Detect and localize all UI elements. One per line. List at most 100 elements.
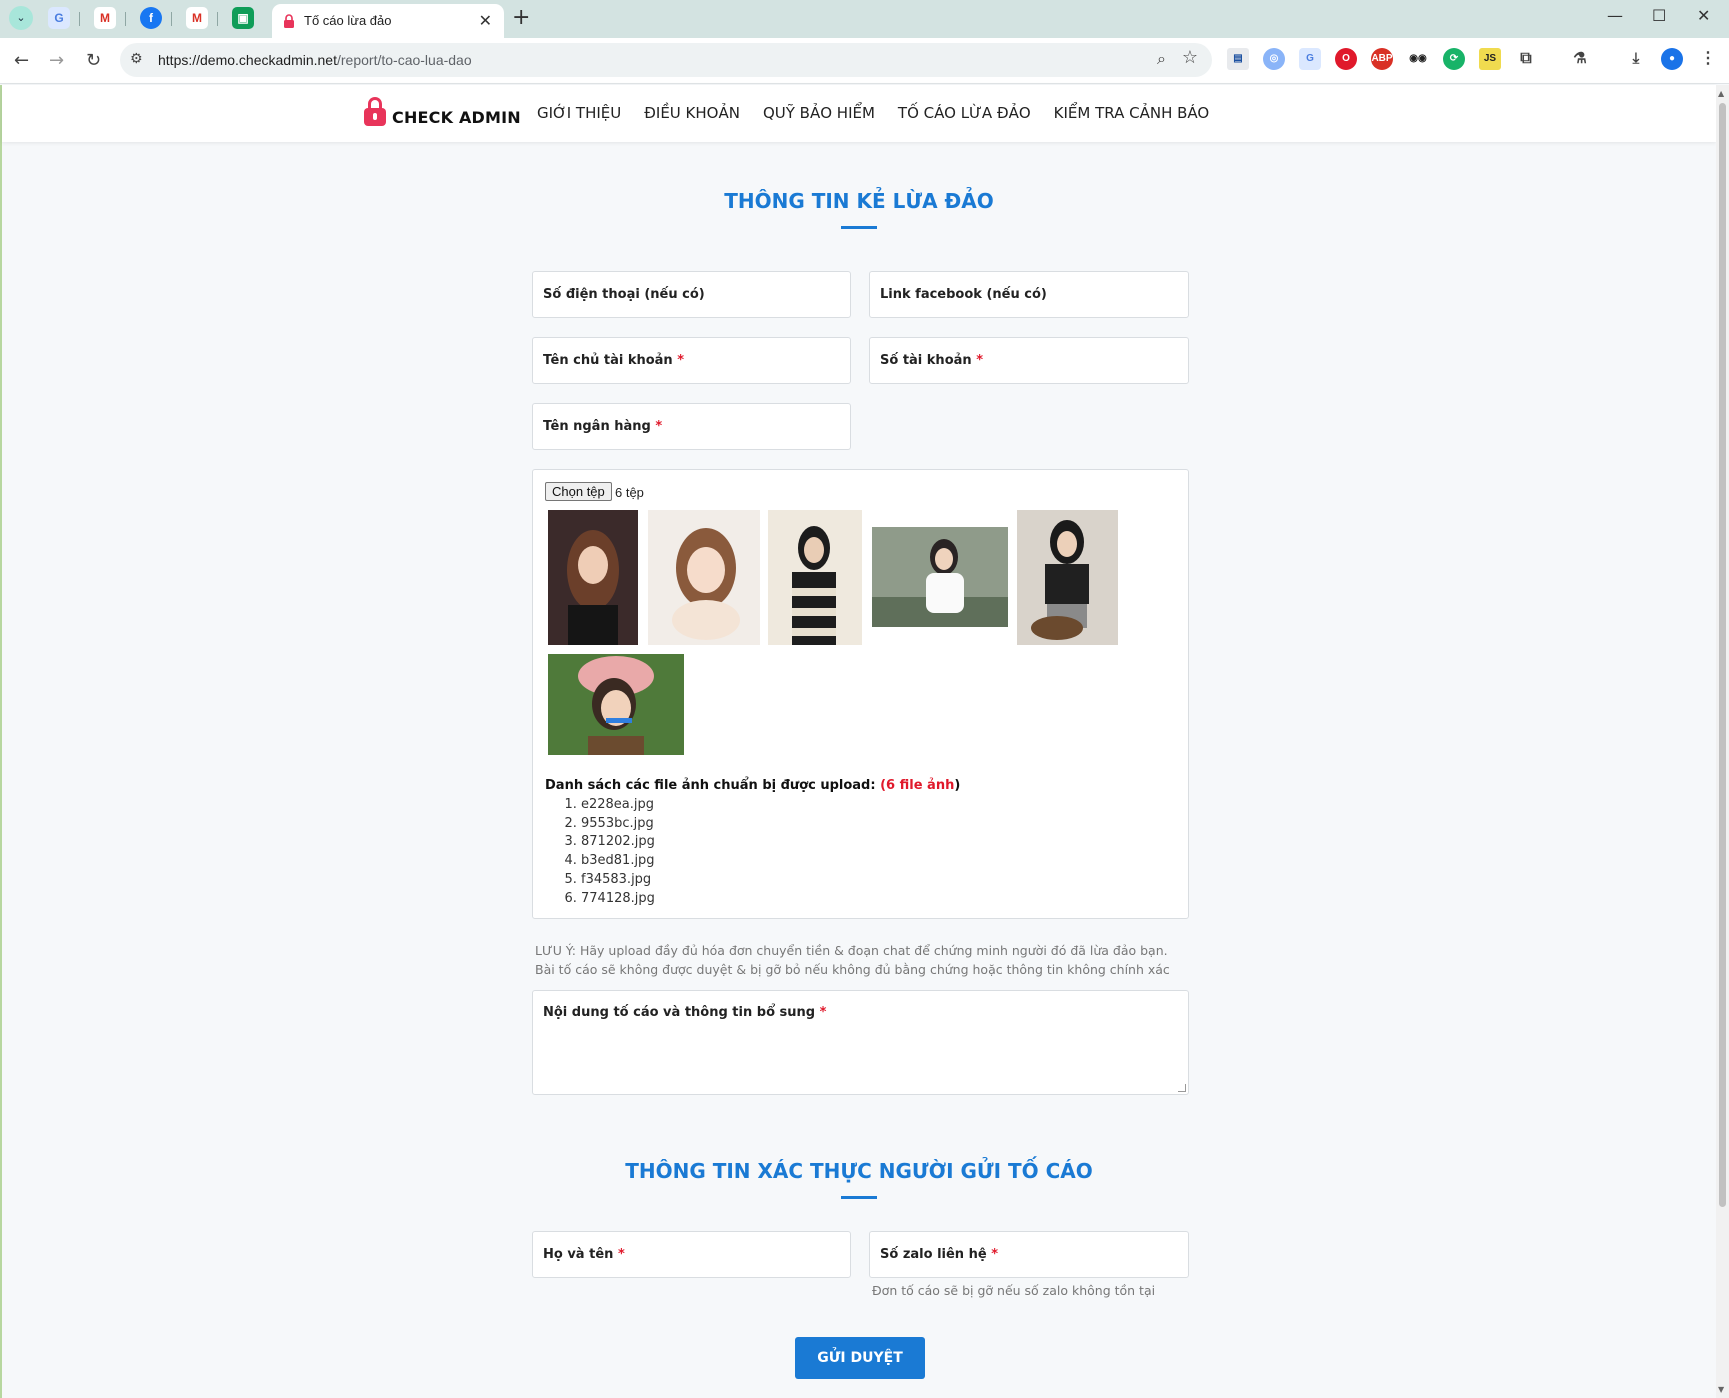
menu-quy-bao-hiem[interactable]: QUỸ BẢO HIỂM bbox=[763, 104, 875, 122]
tab-separator bbox=[171, 12, 172, 26]
count-paren-close: ) bbox=[954, 778, 961, 793]
required-mark: * bbox=[655, 419, 663, 434]
flag-extension-icon[interactable]: ▤ bbox=[1227, 48, 1249, 70]
phone-label: Số điện thoại (nếu có) bbox=[543, 287, 705, 302]
tab-separator bbox=[217, 12, 218, 26]
active-tab[interactable]: Tố cáo lừa đảo ✕ bbox=[272, 4, 504, 38]
fullname-text: Họ và tên bbox=[543, 1247, 614, 1262]
bank-name-text: Tên ngân hàng bbox=[543, 419, 651, 434]
close-tab-icon[interactable]: ✕ bbox=[479, 11, 492, 30]
scroll-up-icon[interactable]: ▲ bbox=[1718, 89, 1724, 98]
logo-text: CHECK ADMIN bbox=[392, 108, 521, 127]
translate-extension-icon[interactable]: G bbox=[1299, 48, 1321, 70]
minimize-icon[interactable]: — bbox=[1607, 6, 1623, 25]
tab-separator bbox=[125, 12, 126, 26]
maximize-icon[interactable]: ☐ bbox=[1652, 6, 1666, 25]
account-owner-field[interactable]: Tên chủ tài khoản * bbox=[532, 337, 851, 384]
title-underline-2 bbox=[841, 1196, 877, 1199]
fullname-field[interactable]: Họ và tên * bbox=[532, 1231, 851, 1278]
scrollbar-thumb[interactable] bbox=[1719, 103, 1726, 1207]
browser-toolbar: ← → ↻ ⚙ https://demo.checkadmin.net/repo… bbox=[0, 38, 1729, 84]
preview-image-3 bbox=[768, 510, 862, 645]
upload-list-heading-text: Danh sách các file ảnh chuẩn bị được upl… bbox=[545, 778, 876, 793]
gmail-tab-icon[interactable]: M bbox=[94, 7, 116, 29]
translate-tab-icon[interactable]: G bbox=[48, 7, 70, 29]
url-host: https://demo.checkadmin.net bbox=[158, 52, 337, 68]
sync-extension-icon[interactable]: ⟳ bbox=[1443, 48, 1465, 70]
browser-menu-icon[interactable]: ⋮ bbox=[1697, 48, 1719, 70]
bookmark-star-icon[interactable]: ☆ bbox=[1182, 47, 1198, 68]
account-number-field[interactable]: Số tài khoản * bbox=[869, 337, 1189, 384]
labs-flask-icon[interactable]: ⚗ bbox=[1569, 48, 1591, 70]
back-icon[interactable]: ← bbox=[14, 50, 29, 71]
extension-icon[interactable]: ◎ bbox=[1263, 48, 1285, 70]
report-content-textarea[interactable]: Nội dung tố cáo và thông tin bổ sung * bbox=[532, 990, 1189, 1095]
choose-file-button[interactable]: Chọn tệp bbox=[545, 482, 612, 501]
preview-image-2 bbox=[648, 510, 760, 645]
lock-logo-icon bbox=[364, 97, 386, 127]
reload-icon[interactable]: ↻ bbox=[86, 50, 101, 71]
submit-button[interactable]: GỬI DUYỆT bbox=[795, 1337, 925, 1379]
resize-grip-icon[interactable] bbox=[1178, 1084, 1186, 1092]
account-owner-text: Tên chủ tài khoản bbox=[543, 353, 673, 368]
js-extension-icon[interactable]: JS bbox=[1479, 48, 1501, 70]
tab-separator bbox=[79, 12, 80, 26]
preview-image-5 bbox=[1017, 510, 1118, 645]
phone-field[interactable]: Số điện thoại (nếu có) bbox=[532, 271, 851, 318]
browser-tab-bar: ⌄ G M f M ▣ Tố cáo lừa đảo ✕ + — ☐ ✕ bbox=[0, 0, 1729, 38]
zalo-hint: Đơn tố cáo sẽ bị gỡ nếu số zalo không tồ… bbox=[872, 1283, 1156, 1298]
preview-image-6 bbox=[548, 654, 684, 755]
account-number-text: Số tài khoản bbox=[880, 353, 972, 368]
required-mark: * bbox=[976, 353, 983, 368]
file-list-item: 9553bc.jpg bbox=[581, 815, 655, 834]
site-info-icon[interactable]: ⚙ bbox=[130, 51, 143, 67]
menu-to-cao-lua-dao[interactable]: TỐ CÁO LỪA ĐẢO bbox=[898, 104, 1031, 122]
menu-kiem-tra-canh-bao[interactable]: KIỂM TRA CẢNH BÁO bbox=[1054, 104, 1210, 122]
account-number-label: Số tài khoản * bbox=[880, 353, 983, 368]
close-window-icon[interactable]: ✕ bbox=[1697, 6, 1710, 25]
preview-image-1 bbox=[548, 510, 638, 645]
download-icon[interactable]: ⤓ bbox=[1625, 48, 1647, 70]
account-owner-label: Tên chủ tài khoản * bbox=[543, 353, 684, 368]
bank-name-field[interactable]: Tên ngân hàng * bbox=[532, 403, 851, 450]
menu-gioi-thieu[interactable]: GIỚI THIỆU bbox=[537, 104, 621, 122]
fullname-label: Họ và tên * bbox=[543, 1247, 625, 1262]
page-scrollbar[interactable]: ▲ ▼ bbox=[1716, 85, 1729, 1398]
upload-list-count: (6 file ảnh) bbox=[880, 778, 960, 793]
title-underline bbox=[841, 226, 877, 229]
report-content-text: Nội dung tố cáo và thông tin bổ sung bbox=[543, 1005, 816, 1020]
gmail-tab-icon-2[interactable]: M bbox=[186, 7, 208, 29]
scroll-down-icon[interactable]: ▼ bbox=[1718, 1385, 1724, 1394]
zalo-text: Số zalo liên hệ bbox=[880, 1247, 987, 1262]
tab-title: Tố cáo lừa đảo bbox=[304, 13, 392, 28]
bank-name-label: Tên ngân hàng * bbox=[543, 419, 662, 434]
adblock-extension-icon[interactable]: ABP bbox=[1371, 48, 1393, 70]
address-bar[interactable]: ⚙ https://demo.checkadmin.net/report/to-… bbox=[120, 43, 1212, 77]
zalo-field[interactable]: Số zalo liên hệ * bbox=[869, 1231, 1189, 1278]
page-viewport: CHECK ADMIN GIỚI THIỆU ĐIỀU KHOẢN QUỸ BẢ… bbox=[0, 85, 1716, 1398]
scammer-section-title: THÔNG TIN KẺ LỪA ĐẢO bbox=[724, 189, 994, 213]
upload-file-list: e228ea.jpg 9553bc.jpg 871202.jpg b3ed81.… bbox=[581, 796, 655, 908]
app-tab-icon[interactable]: ▣ bbox=[232, 7, 254, 29]
file-list-item: 871202.jpg bbox=[581, 833, 655, 852]
lock-favicon-icon bbox=[284, 14, 294, 28]
profile-avatar[interactable]: ● bbox=[1661, 48, 1683, 70]
url-text[interactable]: https://demo.checkadmin.net/report/to-ca… bbox=[158, 52, 472, 68]
site-logo[interactable]: CHECK ADMIN bbox=[364, 97, 521, 127]
facebook-tab-icon[interactable]: f bbox=[140, 7, 162, 29]
new-tab-icon[interactable]: + bbox=[512, 5, 530, 30]
site-header: CHECK ADMIN GIỚI THIỆU ĐIỀU KHOẢN QUỸ BẢ… bbox=[2, 85, 1716, 142]
extensions-puzzle-icon[interactable]: ⧉ bbox=[1515, 48, 1537, 70]
file-list-item: 774128.jpg bbox=[581, 890, 655, 909]
forward-icon[interactable]: → bbox=[49, 50, 64, 71]
zalo-label: Số zalo liên hệ * bbox=[880, 1247, 998, 1262]
file-list-item: f34583.jpg bbox=[581, 871, 655, 890]
opera-extension-icon[interactable]: O bbox=[1335, 48, 1357, 70]
main-menu: GIỚI THIỆU ĐIỀU KHOẢN QUỸ BẢO HIỂM TỐ CÁ… bbox=[537, 104, 1209, 122]
file-list-item: b3ed81.jpg bbox=[581, 852, 655, 871]
menu-dieu-khoan[interactable]: ĐIỀU KHOẢN bbox=[644, 104, 740, 122]
facebook-field[interactable]: Link facebook (nếu có) bbox=[869, 271, 1189, 318]
zoom-icon[interactable]: ⌕ bbox=[1157, 49, 1166, 69]
glasses-extension-icon[interactable]: ◉◉ bbox=[1407, 48, 1429, 70]
tab-search-icon[interactable]: ⌄ bbox=[9, 6, 33, 30]
